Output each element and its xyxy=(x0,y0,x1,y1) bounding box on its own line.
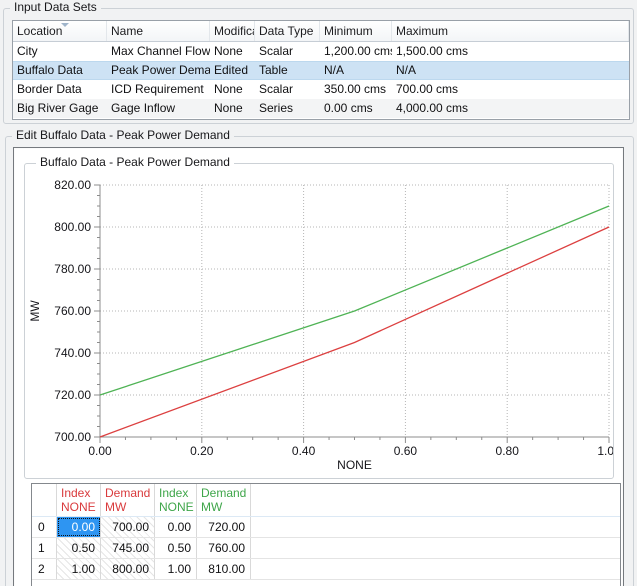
cell-modification: None xyxy=(210,99,255,118)
edit-groupbox-title: Edit Buffalo Data - Peak Power Demand xyxy=(12,128,234,142)
cell-name: ICD Requirement xyxy=(107,80,210,99)
edit-table-row-0: 00.00700.000.00720.00 xyxy=(32,517,620,538)
row-filler xyxy=(251,517,620,537)
cell-minimum: 0.00 cms xyxy=(320,99,392,118)
data-cell[interactable]: 1.00 xyxy=(57,559,101,579)
svg-text:0.00: 0.00 xyxy=(88,444,112,458)
cell-data_type: Table xyxy=(255,61,320,80)
cell-maximum: N/A xyxy=(392,61,629,80)
cell-location: Buffalo Data xyxy=(13,61,107,80)
svg-text:MW: MW xyxy=(28,300,42,322)
data-cell[interactable]: 760.00 xyxy=(197,538,251,558)
table-row-big-river-gage[interactable]: Big River GageGage InflowNoneSeries0.00 … xyxy=(13,99,629,118)
column-header-red-index[interactable]: Index NONE xyxy=(57,484,101,516)
data-cell[interactable]: 700.00 xyxy=(101,517,155,537)
svg-text:700.00: 700.00 xyxy=(54,430,91,444)
column-header-location[interactable]: Location xyxy=(13,21,107,41)
table-row-border-data[interactable]: Border DataICD RequirementNoneScalar350.… xyxy=(13,80,629,99)
cell-name: Max Channel Flow xyxy=(107,42,210,61)
edit-table-row-2: 21.00800.001.00810.00 xyxy=(32,559,620,580)
cell-data_type: Series xyxy=(255,99,320,118)
edit-table-header-row: Index NONEDemand MWIndex NONEDemand MW xyxy=(32,484,620,517)
column-header-green-demand[interactable]: Demand MW xyxy=(197,484,251,516)
corner-cell xyxy=(32,484,57,516)
svg-text:780.00: 780.00 xyxy=(54,262,91,276)
data-set-editor-window: Input Data Sets LocationNameModificaData… xyxy=(0,0,637,586)
demand-line-chart: 700.00 720.00 740.00 760.00 780.00 800.00 820.… xyxy=(25,164,613,478)
row-header[interactable]: 0 xyxy=(32,517,57,537)
cell-maximum: 700.00 cms xyxy=(392,80,629,99)
svg-text:0.20: 0.20 xyxy=(190,444,214,458)
svg-text:1.00: 1.00 xyxy=(597,444,613,458)
row-header[interactable]: 2 xyxy=(32,559,57,579)
svg-text:820.00: 820.00 xyxy=(54,178,91,192)
cell-name: Gage Inflow xyxy=(107,99,210,118)
column-header-maximum[interactable]: Maximum xyxy=(392,21,629,41)
row-header[interactable]: 1 xyxy=(32,538,57,558)
table-row-city[interactable]: CityMax Channel FlowNoneScalar1,200.00 c… xyxy=(13,42,629,61)
column-header-modifica[interactable]: Modifica xyxy=(210,21,255,41)
svg-text:NONE: NONE xyxy=(337,458,372,472)
data-cell[interactable]: 1.00 xyxy=(155,559,197,579)
cell-minimum: 350.00 cms xyxy=(320,80,392,99)
cell-data_type: Scalar xyxy=(255,80,320,99)
cell-location: City xyxy=(13,42,107,61)
svg-text:0.80: 0.80 xyxy=(496,444,520,458)
svg-text:740.00: 740.00 xyxy=(54,346,91,360)
data-cell[interactable]: 0.00 xyxy=(155,517,197,537)
cell-location: Border Data xyxy=(13,80,107,99)
svg-text:800.00: 800.00 xyxy=(54,220,91,234)
column-header-minimum[interactable]: Minimum xyxy=(320,21,392,41)
edit-table-row-1: 10.50745.000.50760.00 xyxy=(32,538,620,559)
data-cell[interactable]: 810.00 xyxy=(197,559,251,579)
table-row-buffalo-data[interactable]: Buffalo DataPeak Power DemandEditedTable… xyxy=(13,61,629,80)
data-cell[interactable]: 0.50 xyxy=(155,538,197,558)
svg-text:0.60: 0.60 xyxy=(394,444,418,458)
column-header-red-demand[interactable]: Demand MW xyxy=(101,484,155,516)
input-data-sets-table[interactable]: LocationNameModificaData TypeMinimumMaxi… xyxy=(12,20,630,120)
cell-modification: Edited xyxy=(210,61,255,80)
cell-name: Peak Power Demand xyxy=(107,61,210,80)
edit-data-table[interactable]: Index NONEDemand MWIndex NONEDemand MW00… xyxy=(31,483,621,586)
input-table-body: CityMax Channel FlowNoneScalar1,200.00 c… xyxy=(13,42,629,118)
row-filler xyxy=(251,538,620,558)
header-filler xyxy=(251,484,620,516)
svg-text:760.00: 760.00 xyxy=(54,304,91,318)
series-line-green xyxy=(100,206,609,395)
data-cell[interactable]: 0.50 xyxy=(57,538,101,558)
data-cell[interactable]: 0.00 xyxy=(57,517,101,537)
column-header-name[interactable]: Name xyxy=(107,21,210,41)
data-cell[interactable]: 720.00 xyxy=(197,517,251,537)
input-table-header-row: LocationNameModificaData TypeMinimumMaxi… xyxy=(13,21,629,42)
sort-indicator-icon xyxy=(61,23,69,27)
column-header-green-index[interactable]: Index NONE xyxy=(155,484,197,516)
row-filler xyxy=(251,559,620,579)
cell-modification: None xyxy=(210,42,255,61)
column-header-data-type[interactable]: Data Type xyxy=(255,21,320,41)
svg-text:0.40: 0.40 xyxy=(292,444,316,458)
cell-minimum: 1,200.00 cms xyxy=(320,42,392,61)
cell-minimum: N/A xyxy=(320,61,392,80)
cell-data_type: Scalar xyxy=(255,42,320,61)
cell-maximum: 4,000.00 cms xyxy=(392,99,629,118)
input-data-sets-title: Input Data Sets xyxy=(10,0,101,14)
data-cell[interactable]: 745.00 xyxy=(101,538,155,558)
series-line-red xyxy=(100,227,609,437)
cell-location: Big River Gage xyxy=(13,99,107,118)
svg-text:720.00: 720.00 xyxy=(54,388,91,402)
chart-groupbox: Buffalo Data - Peak Power Demand 700.007… xyxy=(24,163,614,479)
cell-maximum: 1,500.00 cms xyxy=(392,42,629,61)
cell-modification: None xyxy=(210,80,255,99)
data-cell[interactable]: 800.00 xyxy=(101,559,155,579)
